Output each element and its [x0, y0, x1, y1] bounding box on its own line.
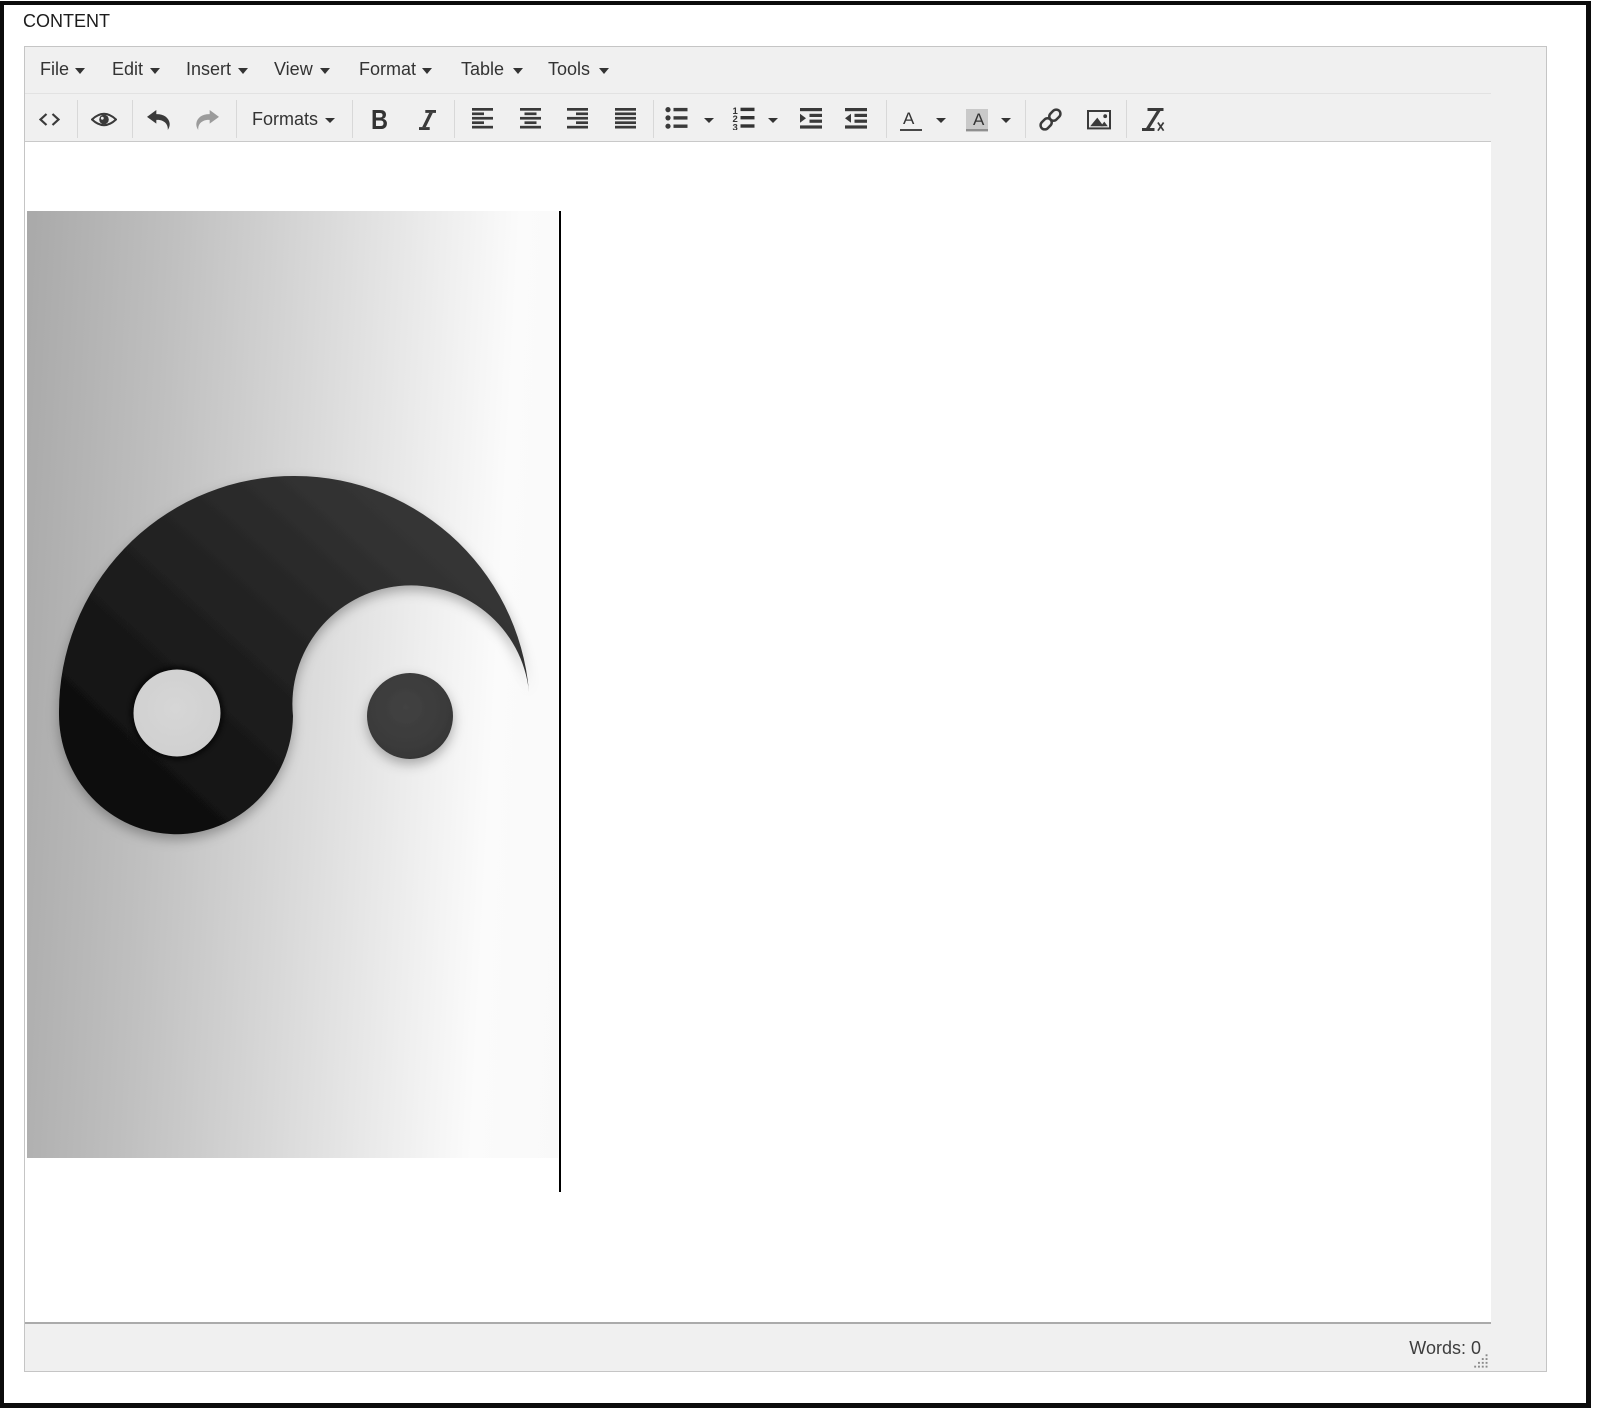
- svg-text:3: 3: [733, 123, 738, 130]
